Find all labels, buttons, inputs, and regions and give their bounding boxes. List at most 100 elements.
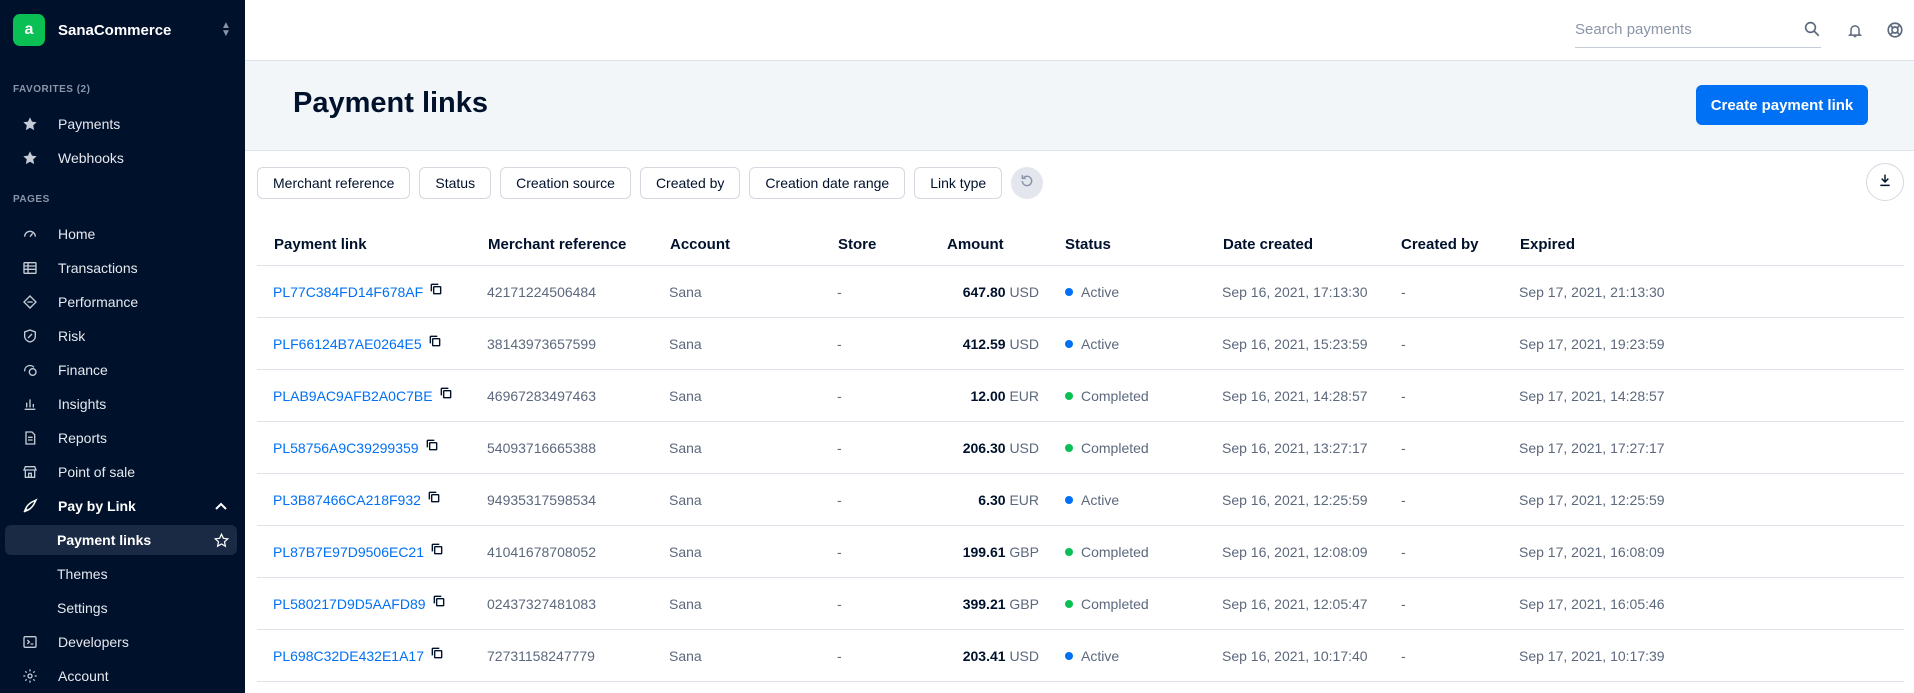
copy-icon[interactable]	[432, 577, 446, 629]
filter-status[interactable]: Status	[419, 167, 492, 199]
status-text: Active	[1081, 284, 1120, 300]
status-dot	[1065, 444, 1073, 453]
sidebar-item-label: Reports	[58, 430, 108, 446]
sidebar-item-settings[interactable]: Settings	[5, 593, 237, 623]
amount-value: 206.30	[962, 440, 1006, 456]
payment-link-cell[interactable]: PL58756A9C39299359	[273, 422, 439, 474]
currency: USD	[1009, 440, 1039, 456]
sidebar-item-pay-by-link[interactable]: Pay by Link	[0, 491, 245, 521]
copy-icon[interactable]	[430, 629, 444, 681]
search-box	[1575, 14, 1821, 48]
column-header-account[interactable]: Account	[670, 223, 730, 266]
filter-merchant-reference[interactable]: Merchant reference	[257, 167, 411, 199]
expired-date: Sep 17, 2021, 21:13:30	[1519, 284, 1665, 300]
payment-link-cell[interactable]: PL77C384FD14F678AF	[273, 266, 443, 318]
column-header-payment-link[interactable]: Payment link	[274, 223, 367, 266]
table-row[interactable]: PL580217D9D5AAFD89 02437327481083 Sana -…	[257, 578, 1904, 630]
status-text: Completed	[1081, 544, 1149, 560]
favorite-star-icon[interactable]	[214, 532, 229, 548]
column-header-merchant-reference[interactable]: Merchant reference	[488, 223, 626, 266]
filter-creation-date-range[interactable]: Creation date range	[749, 167, 906, 199]
sidebar-item-performance[interactable]: Performance	[0, 287, 245, 317]
account-name: Sana	[669, 336, 702, 352]
sidebar-item-payment-links[interactable]: Payment links	[5, 525, 237, 555]
table-row[interactable]: PL58756A9C39299359 54093716665388 Sana -…	[257, 422, 1904, 474]
amount: 6.30 EUR	[897, 474, 1039, 526]
sidebar-item-reports[interactable]: Reports	[0, 423, 245, 453]
created-by: -	[1401, 388, 1406, 404]
payment-link-cell[interactable]: PL698C32DE432E1A17	[273, 630, 444, 682]
status-text: Active	[1081, 492, 1120, 508]
sidebar-item-home[interactable]: Home	[0, 219, 245, 249]
copy-icon[interactable]	[427, 473, 441, 525]
chevron-up-icon	[215, 502, 227, 510]
column-header-expired[interactable]: Expired	[1520, 223, 1575, 266]
currency: GBP	[1009, 596, 1039, 612]
status-badge: Active	[1065, 318, 1119, 370]
copy-icon[interactable]	[425, 421, 439, 473]
rocket-icon	[21, 497, 39, 515]
account-name: Sana	[669, 284, 702, 300]
payment-link[interactable]: PL58756A9C39299359	[273, 440, 419, 456]
sidebar-item-insights[interactable]: Insights	[0, 389, 245, 419]
payment-link-cell[interactable]: PL580217D9D5AAFD89	[273, 578, 446, 630]
table-row[interactable]: PLAB9AC9AFB2A0C7BE 46967283497463 Sana -…	[257, 370, 1904, 422]
payment-link[interactable]: PL87B7E97D9506EC21	[273, 544, 424, 560]
created-by: -	[1401, 648, 1406, 664]
download-button[interactable]	[1866, 163, 1904, 201]
column-header-amount[interactable]: Amount	[947, 223, 1004, 266]
payment-link-cell[interactable]: PL3B87466CA218F932	[273, 474, 441, 526]
account-switcher[interactable]: a SanaCommerce ▲ ▼	[13, 14, 233, 46]
payment-link-cell[interactable]: PLF66124B7AE0264E5	[273, 318, 442, 370]
copy-icon[interactable]	[428, 317, 442, 369]
copy-icon[interactable]	[430, 525, 444, 577]
sidebar-item-account[interactable]: Account	[0, 661, 245, 691]
sidebar-item-payments[interactable]: Payments	[0, 109, 245, 139]
copy-icon[interactable]	[429, 265, 443, 317]
merchant-reference: 02437327481083	[487, 596, 597, 612]
amount: 199.61 GBP	[897, 526, 1039, 578]
sidebar-item-point-of-sale[interactable]: Point of sale	[0, 457, 245, 487]
sidebar-item-themes[interactable]: Themes	[5, 559, 237, 589]
filter-link-type[interactable]: Link type	[914, 167, 1003, 199]
help-lifebuoy-icon[interactable]	[1885, 20, 1905, 40]
search-icon[interactable]	[1803, 20, 1821, 43]
created-by: -	[1401, 336, 1406, 352]
table-row[interactable]: PL698C32DE432E1A17 72731158247779 Sana -…	[257, 630, 1904, 682]
sidebar-item-developers[interactable]: Developers	[0, 627, 245, 657]
payment-link[interactable]: PL3B87466CA218F932	[273, 492, 421, 508]
search-input[interactable]	[1575, 14, 1795, 44]
home-gauge-icon	[21, 225, 39, 243]
payment-link-cell[interactable]: PL87B7E97D9506EC21	[273, 526, 444, 578]
payment-link[interactable]: PLAB9AC9AFB2A0C7BE	[273, 388, 433, 404]
column-header-store[interactable]: Store	[838, 223, 876, 266]
table-row[interactable]: PL3B87466CA218F932 94935317598534 Sana -…	[257, 474, 1904, 526]
sidebar-item-webhooks[interactable]: Webhooks	[0, 143, 245, 173]
payment-link[interactable]: PLF66124B7AE0264E5	[273, 336, 422, 352]
column-header-created-by[interactable]: Created by	[1401, 223, 1479, 266]
column-header-date-created[interactable]: Date created	[1223, 223, 1313, 266]
column-header-status[interactable]: Status	[1065, 223, 1111, 266]
terminal-icon	[21, 633, 39, 651]
copy-icon[interactable]	[439, 369, 453, 421]
amount: 399.21 GBP	[897, 578, 1039, 630]
reset-filters-button[interactable]	[1011, 167, 1044, 199]
payment-link[interactable]: PL698C32DE432E1A17	[273, 648, 424, 664]
payment-link[interactable]: PL580217D9D5AAFD89	[273, 596, 426, 612]
sidebar-item-risk[interactable]: Risk	[0, 321, 245, 351]
bell-icon[interactable]	[1845, 20, 1865, 40]
amount: 647.80 USD	[897, 266, 1039, 318]
table-row[interactable]: PL87B7E97D9506EC21 41041678708052 Sana -…	[257, 526, 1904, 578]
create-payment-link-button[interactable]: Create payment link	[1696, 85, 1868, 125]
payment-link-cell[interactable]: PLAB9AC9AFB2A0C7BE	[273, 370, 453, 422]
table-row[interactable]: PL77C384FD14F678AF 42171224506484 Sana -…	[257, 266, 1904, 318]
sidebar-item-finance[interactable]: Finance	[0, 355, 245, 385]
status-dot	[1065, 288, 1073, 297]
payment-link[interactable]: PL77C384FD14F678AF	[273, 284, 423, 300]
amount: 412.59 USD	[897, 318, 1039, 370]
filter-creation-source[interactable]: Creation source	[500, 167, 631, 199]
date-created: Sep 16, 2021, 13:27:17	[1222, 440, 1368, 456]
sidebar-item-transactions[interactable]: Transactions	[0, 253, 245, 283]
table-row[interactable]: PLF66124B7AE0264E5 38143973657599 Sana -…	[257, 318, 1904, 370]
filter-created-by[interactable]: Created by	[639, 167, 741, 199]
